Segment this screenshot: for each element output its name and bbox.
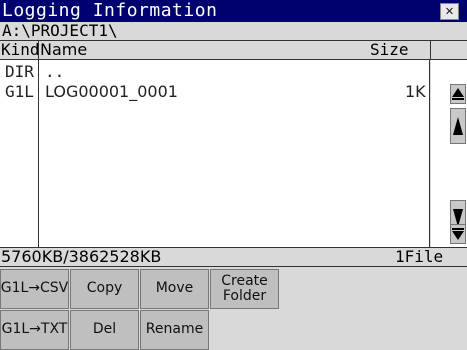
column-header-name[interactable]: Name bbox=[40, 40, 87, 60]
copy-button[interactable]: Copy bbox=[70, 269, 139, 309]
header-divider bbox=[430, 40, 431, 60]
current-path: A:\PROJECT1\ bbox=[2, 21, 118, 40]
page-up-button[interactable] bbox=[450, 108, 466, 144]
g1l-to-csv-button[interactable]: G1L→CSV bbox=[0, 269, 69, 309]
list-item-size: 1K bbox=[405, 82, 426, 101]
rename-button[interactable]: Rename bbox=[140, 310, 209, 350]
column-header-size[interactable]: Size bbox=[370, 40, 409, 60]
window-title: Logging Information bbox=[2, 0, 218, 21]
g1l-to-txt-button[interactable]: G1L→TXT bbox=[0, 310, 69, 350]
scroll-top-button[interactable] bbox=[450, 84, 466, 104]
list-item-name[interactable]: .. bbox=[45, 62, 64, 82]
list-item-kind[interactable]: DIR bbox=[5, 62, 34, 82]
scroll-bottom-icon bbox=[452, 228, 464, 240]
create-folder-label-line2: Folder bbox=[222, 288, 267, 304]
page-up-icon bbox=[453, 117, 463, 135]
close-button[interactable]: ✕ bbox=[440, 3, 459, 20]
column-header-kind[interactable]: Kind bbox=[1, 40, 40, 60]
column-divider bbox=[38, 60, 39, 247]
file-count: 1File bbox=[395, 247, 444, 266]
create-folder-button[interactable]: Create Folder bbox=[210, 269, 279, 309]
create-folder-label-line1: Create bbox=[221, 272, 268, 289]
scroll-top-icon bbox=[452, 88, 464, 100]
list-item-name[interactable]: LOG00001_0001 bbox=[45, 82, 178, 102]
list-item-kind[interactable]: G1L bbox=[5, 82, 34, 102]
scroll-bottom-button[interactable] bbox=[450, 224, 466, 244]
capacity-status: 5760KB/3862528KB bbox=[1, 247, 162, 266]
move-button[interactable]: Move bbox=[140, 269, 209, 309]
delete-button[interactable]: Del bbox=[70, 310, 139, 350]
